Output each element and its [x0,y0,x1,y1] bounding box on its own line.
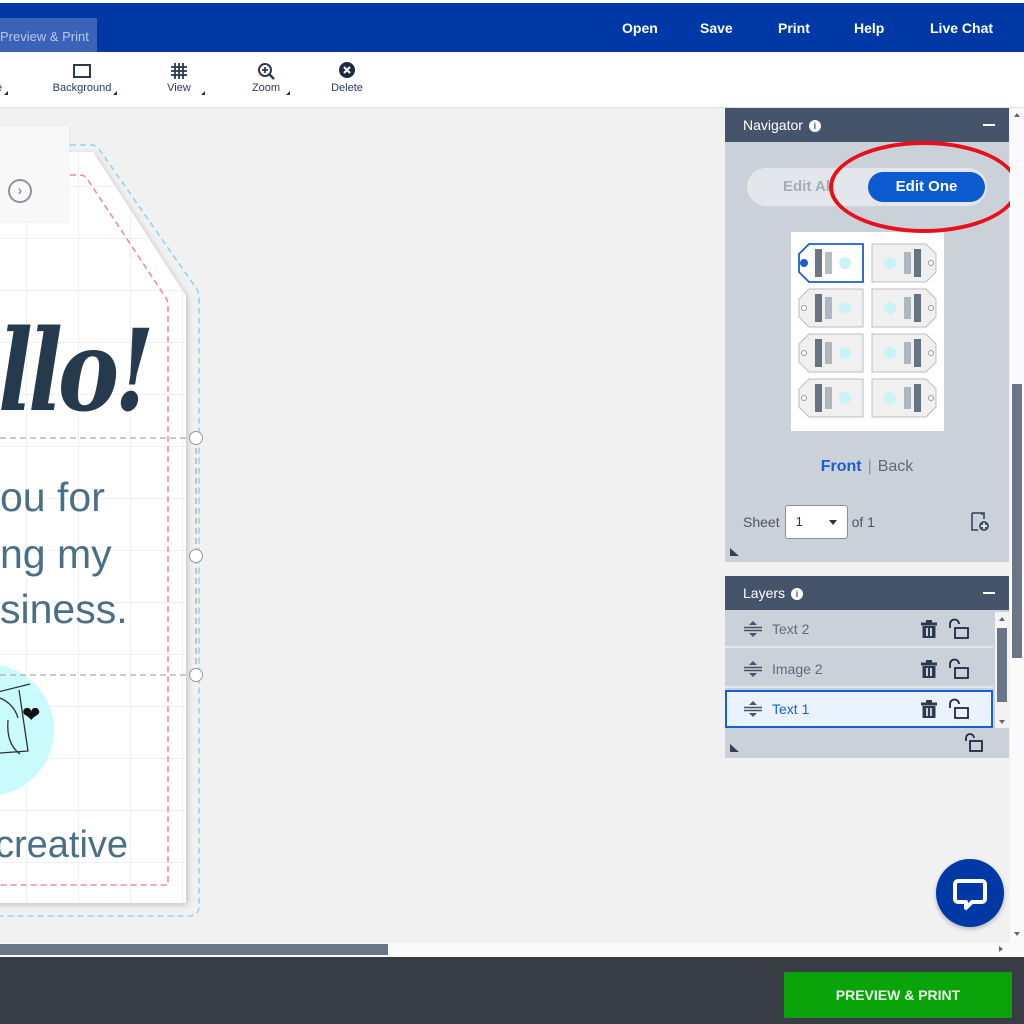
tool-partial-label: e [0,82,2,94]
lock-all-icon[interactable] [963,732,985,754]
resize-handle-middle[interactable] [189,549,203,563]
layer-row[interactable]: Text 1 [725,690,993,728]
next-panel: › [0,126,69,221]
info-icon[interactable]: i [808,120,821,132]
footer-text[interactable]: creative [0,824,128,867]
resize-corner-icon[interactable] [730,548,739,556]
menu-live-chat[interactable]: Live Chat [930,20,993,36]
trash-icon[interactable] [920,699,938,719]
drag-handle-icon[interactable] [743,620,763,638]
top-bar: Preview & Print Open Save Print Help Liv… [0,0,1024,55]
delete-circle-x-icon [339,62,355,78]
zoom-in-icon [258,63,275,80]
chevron-down-icon [828,520,837,525]
unlock-icon[interactable] [947,658,971,680]
resize-handle-top[interactable] [189,431,203,445]
resize-handle-bottom[interactable] [189,668,203,682]
trash-icon[interactable] [920,619,938,639]
headline-text[interactable]: llo! [0,306,155,437]
sheet-thumbnail-tag[interactable] [871,288,937,328]
tool-delete-label: Delete [331,82,363,94]
tool-view-label: View [167,82,191,94]
layers-header: Layers i [725,576,1009,610]
layer-name: Text 2 [772,621,810,637]
tool-background[interactable]: Background [50,60,118,95]
body-line-3[interactable]: siness. [0,586,128,633]
sheet-thumbnail-tag[interactable] [871,333,937,373]
sheet-label: Sheet [743,514,780,530]
annotation-highlight-ellipse [829,141,1019,233]
preview-print-button[interactable]: PREVIEW & PRINT [784,972,1012,1018]
grid-icon [171,63,187,79]
sheet-thumbnail-tag[interactable] [798,333,864,373]
tool-background-label: Background [52,82,112,94]
unlock-icon[interactable] [947,698,971,720]
resize-corner-icon[interactable] [730,744,739,752]
top-menu: Open Save Print Help Live Chat [0,3,1024,52]
sheet-thumbnail-tag[interactable] [798,288,864,328]
layer-row[interactable]: Image 2 [725,650,993,688]
live-chat-button[interactable] [936,859,1004,927]
menu-save[interactable]: Save [700,20,733,36]
collapse-icon[interactable] [983,124,995,126]
trash-icon[interactable] [920,659,938,679]
layers-scrollbar[interactable] [995,612,1009,728]
body-line-2[interactable]: ng my [0,531,112,578]
toolbar: e Background View Zoom Delete [0,52,1024,108]
collapse-icon[interactable] [983,592,995,594]
sheet-thumbnail-tag[interactable] [798,243,864,283]
edit-all-option[interactable]: Edit All [783,168,834,206]
tool-view[interactable]: View [160,60,205,95]
rectangle-icon [73,64,91,78]
body-line-1[interactable]: ou for [0,474,105,521]
sheet-thumbnail[interactable] [791,232,944,431]
tag-card [0,144,200,917]
front-back-switch: Front | Back [820,458,914,475]
layer-row[interactable]: Text 2 [725,610,993,648]
chevron-right-icon[interactable]: › [8,179,32,203]
tool-delete[interactable]: Delete [328,60,366,94]
info-icon[interactable]: i [791,588,804,600]
heart-icon: ❤ [22,702,41,727]
bottom-bar: PREVIEW & PRINT [0,957,1024,1024]
menu-print[interactable]: Print [778,20,810,36]
layer-name: Image 2 [772,661,823,677]
vertical-scroll-thumb[interactable] [1012,384,1022,658]
sheet-thumbnail-tag[interactable] [798,378,864,418]
sheet-select-value: 1 [795,514,803,529]
navigator-header: Navigator i [725,108,1009,142]
unlock-icon[interactable] [947,618,971,640]
horizontal-scroll-thumb[interactable] [0,944,388,955]
chat-bubble-icon [953,879,987,910]
thumbnail-grid [798,243,937,418]
layers-panel: Layers i Text 2 Image 2 Text 1 [725,576,1009,758]
sheet-select[interactable]: 1 [784,505,848,539]
menu-open[interactable]: Open [622,20,658,36]
tool-partial[interactable]: e [0,60,8,95]
layers-title: Layers [743,585,786,601]
drag-handle-icon[interactable] [743,700,763,718]
vertical-scrollbar[interactable] [1010,108,1024,957]
horizontal-scrollbar[interactable] [0,943,1010,957]
front-tab[interactable]: Front [821,458,862,475]
tool-zoom[interactable]: Zoom [248,60,291,95]
tool-zoom-label: Zoom [251,82,281,94]
sheet-thumbnail-tag[interactable] [871,378,937,418]
layer-name: Text 1 [772,701,810,717]
drag-handle-icon[interactable] [743,660,763,678]
sheet-of-label: of 1 [851,514,875,530]
navigator-title: Navigator [743,117,803,133]
back-tab[interactable]: Back [878,458,914,475]
sheet-selector-row: Sheet 1 of 1 [743,505,875,539]
menu-help[interactable]: Help [854,20,884,36]
sheet-thumbnail-tag[interactable] [871,243,937,283]
add-sheet-icon[interactable] [969,511,991,533]
